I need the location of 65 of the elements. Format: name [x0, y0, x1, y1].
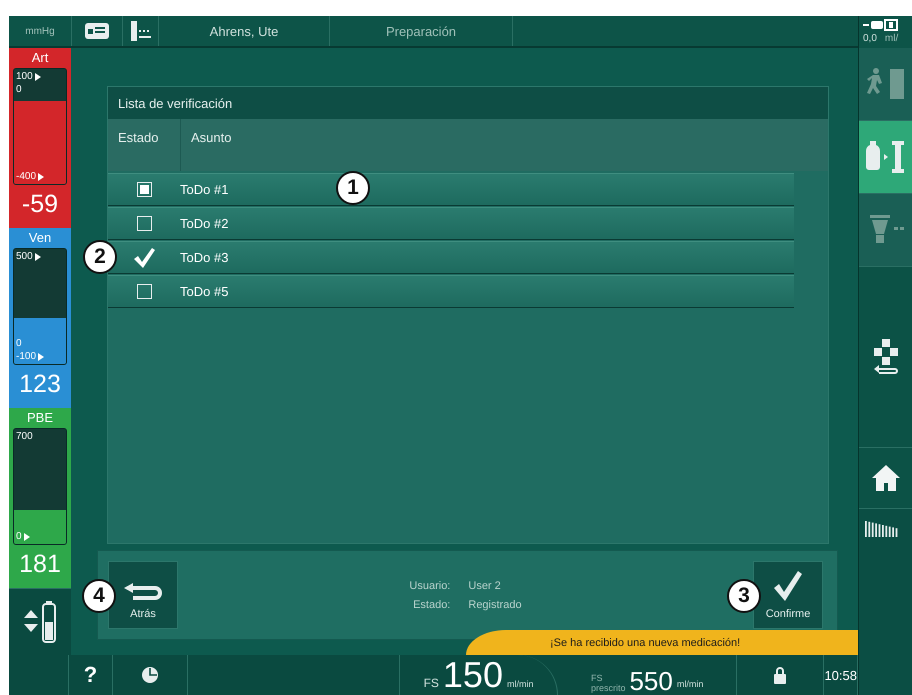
- scale-label: -100: [16, 351, 36, 362]
- unit-label: ml/: [884, 33, 898, 44]
- callout-number: 3: [727, 579, 761, 613]
- checklist-row[interactable]: ToDo #5: [108, 275, 794, 308]
- checkbox-icon[interactable]: [136, 182, 152, 197]
- id-card-icon[interactable]: [85, 23, 109, 39]
- lock-icon[interactable]: [773, 666, 788, 684]
- info-value: User 2: [468, 580, 502, 592]
- checkbox-icon[interactable]: [136, 216, 152, 231]
- bar-graph-icon[interactable]: [865, 521, 899, 537]
- callout-number: 2: [83, 240, 117, 274]
- gauge-label: PBE: [26, 409, 54, 427]
- help-button[interactable]: ?: [84, 662, 98, 688]
- checkmark-icon[interactable]: [132, 246, 156, 268]
- scale-label: 100: [16, 71, 33, 82]
- side-button[interactable]: [859, 448, 912, 509]
- flow-label: FS: [424, 676, 439, 692]
- column-header: Asunto: [190, 129, 232, 147]
- notification-banner[interactable]: ¡Se ha recibido una nueva medicación!: [466, 630, 858, 655]
- info-value: Registrado: [468, 598, 522, 610]
- task-label: ToDo #5: [180, 284, 228, 299]
- scale-label: 0: [16, 338, 22, 349]
- confirm-button[interactable]: Confirme: [753, 561, 823, 629]
- clock-time: 10:58: [824, 668, 857, 682]
- scale-label: 0: [16, 531, 22, 542]
- scale-label: -400: [16, 171, 36, 182]
- flow-unit: ml/min: [676, 679, 704, 691]
- level-adjust-icon[interactable]: [22, 600, 58, 644]
- info-label: Estado:: [412, 598, 450, 610]
- gauge-label: Ven: [28, 229, 52, 247]
- task-label: ToDo #2: [180, 216, 228, 231]
- scale-label: 500: [16, 251, 33, 262]
- flow-value[interactable]: 150: [442, 655, 503, 695]
- clock-icon[interactable]: [140, 666, 159, 684]
- callout-number: 4: [82, 579, 116, 613]
- column-header: Estado: [108, 119, 181, 171]
- checklist-title: Lista de verificación: [108, 87, 828, 119]
- unit-label: mmHg: [9, 16, 72, 46]
- phase-label: Preparación: [330, 16, 513, 46]
- syringe-rate: 0,0: [863, 33, 877, 44]
- checkbox-icon[interactable]: [136, 284, 152, 299]
- side-button[interactable]: [859, 267, 912, 448]
- checklist-row[interactable]: ToDo #2: [108, 207, 794, 240]
- patient-name: Ahrens, Ute: [159, 16, 330, 46]
- checklist-row[interactable]: ToDo #3: [108, 241, 794, 274]
- device-connection-icon[interactable]: [128, 20, 152, 42]
- pressure-value: 123: [18, 369, 62, 400]
- scale-label: 0: [16, 84, 22, 95]
- pressure-value: -59: [20, 189, 60, 220]
- task-label: ToDo #3: [180, 250, 228, 265]
- walking-person-icon: [866, 67, 906, 101]
- return-arrow-icon: [123, 582, 163, 602]
- syringe-icon: [863, 19, 899, 31]
- home-icon: [870, 464, 900, 492]
- flow-unit: ml/min: [506, 679, 534, 691]
- flow-sublabel: prescrito: [590, 683, 626, 693]
- scale-label: 700: [16, 431, 33, 442]
- flow-label: FS: [590, 673, 604, 683]
- back-button[interactable]: Atrás: [108, 561, 178, 629]
- gauge-label: Art: [30, 49, 50, 67]
- pressure-value: 181: [18, 549, 62, 580]
- task-label: ToDo #1: [180, 182, 228, 197]
- info-label: Usuario:: [409, 580, 450, 592]
- prescribed-flow-value: 550: [629, 667, 673, 695]
- checkmark-icon: [773, 570, 803, 602]
